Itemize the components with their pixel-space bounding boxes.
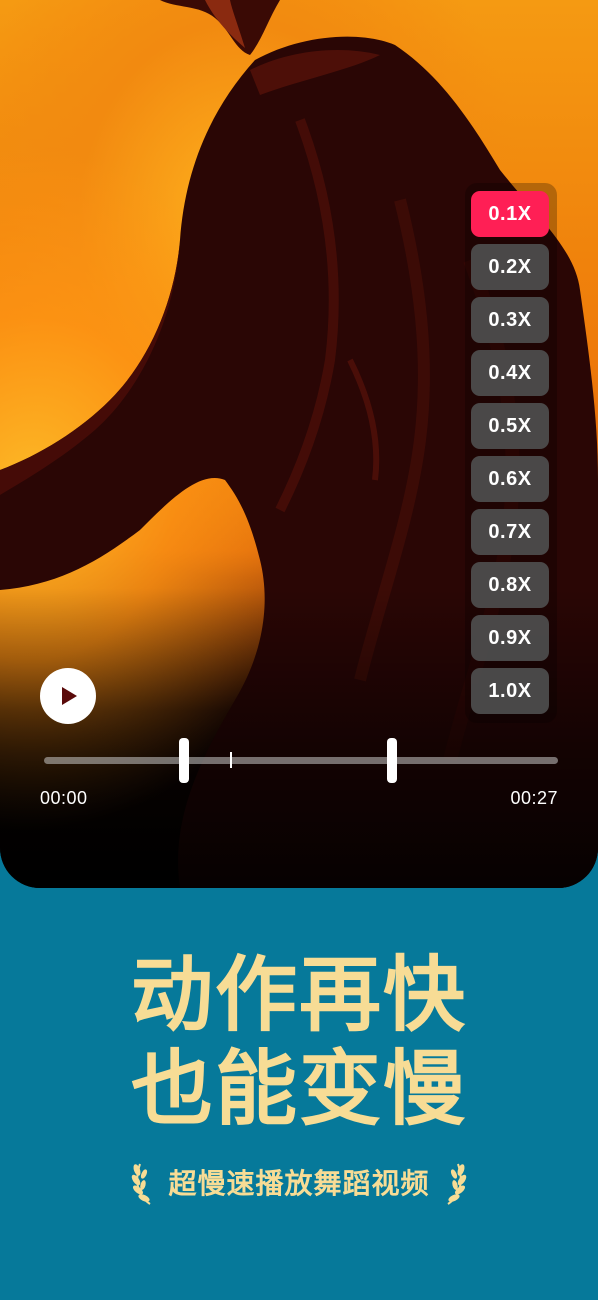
trim-end-handle[interactable] <box>387 738 397 783</box>
speed-option-0-7x[interactable]: 0.7X <box>471 509 549 555</box>
time-end-label: 00:27 <box>510 788 558 808</box>
headline-line-1: 动作再快 <box>130 948 467 1043</box>
headline-line-2: 也能变慢 <box>130 1042 467 1137</box>
laurel-right-icon <box>446 1163 466 1205</box>
speed-option-0-2x[interactable]: 0.2X <box>471 244 549 290</box>
speed-option-0-3x[interactable]: 0.3X <box>471 297 549 343</box>
time-start-label: 00:00 <box>40 788 88 808</box>
speed-option-0-9x[interactable]: 0.9X <box>471 615 549 661</box>
playhead[interactable] <box>230 752 232 768</box>
trim-start-handle[interactable] <box>179 738 189 783</box>
laurel-left-icon <box>132 1163 152 1205</box>
play-icon <box>62 687 77 705</box>
speed-option-0-8x[interactable]: 0.8X <box>471 562 549 608</box>
subtitle-row: 超慢速播放舞蹈视频 <box>0 1158 598 1206</box>
timeline-track[interactable] <box>44 757 558 764</box>
speed-option-0-4x[interactable]: 0.4X <box>471 350 549 396</box>
speed-option-0-5x[interactable]: 0.5X <box>471 403 549 449</box>
speed-option-1-0x[interactable]: 1.0X <box>471 668 549 714</box>
speed-option-0-6x[interactable]: 0.6X <box>471 456 549 502</box>
video-preview[interactable]: 0.1X 0.2X 0.3X 0.4X 0.5X 0.6X 0.7X 0.8X … <box>0 0 598 888</box>
speed-option-0-1x[interactable]: 0.1X <box>471 191 549 237</box>
play-button[interactable] <box>40 668 96 724</box>
subtitle-text: 超慢速播放舞蹈视频 <box>168 1167 430 1200</box>
